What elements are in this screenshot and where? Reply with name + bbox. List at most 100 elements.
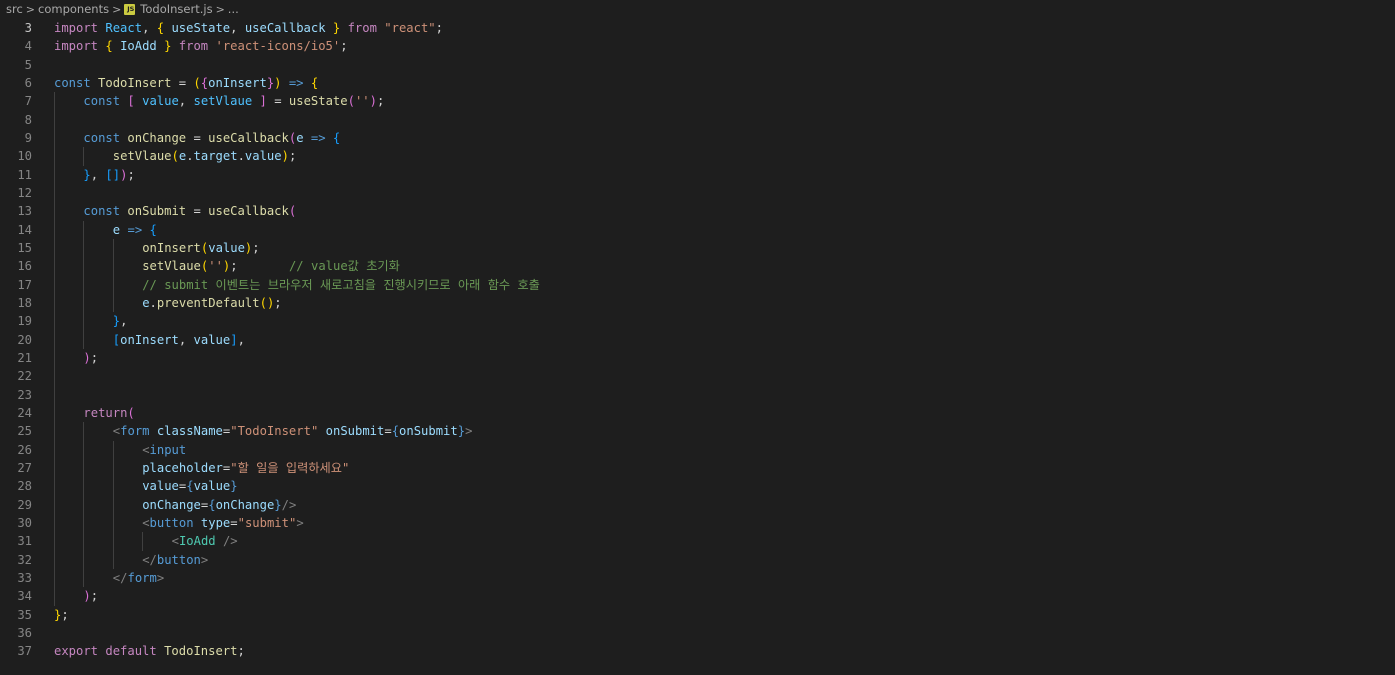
code-line[interactable]: 29 onChange={onChange}/> [0,495,1395,514]
code-line[interactable]: 12 [0,183,1395,203]
indent-guide [112,458,114,478]
code-token: useCallback [208,130,289,145]
code-line[interactable]: 31 <IoAdd /> [0,532,1395,551]
code-line[interactable]: 35}; [0,606,1395,624]
code-token: { [310,75,319,90]
line-number: 30 [17,515,32,530]
indent-guide [83,330,85,349]
code-token: ; [61,607,69,622]
code-line[interactable]: 13 const onSubmit = useCallback( [0,202,1395,221]
code-token: ( [288,204,297,219]
breadcrumb-item-src[interactable]: src [6,2,23,16]
line-number: 34 [17,589,32,604]
code-token: > [465,424,473,439]
code-token: = [266,94,289,109]
line-number: 29 [17,497,32,512]
code-token: </ [142,552,157,567]
indent-guide [54,257,55,276]
indent-guide [112,257,114,276]
code-token: e [142,295,150,310]
indent-guide [142,532,144,551]
indent-guide [83,458,85,478]
line-number: 4 [24,39,32,54]
code-text: }; [54,606,69,624]
indent-guide [54,330,55,349]
indent-guide [112,532,114,551]
indent-guide [54,513,55,533]
breadcrumb-item-file[interactable]: TodoInsert.js [140,2,212,16]
indent-guide [112,238,114,258]
indent-guide [54,165,55,184]
code-token: ) [369,94,377,109]
code-line[interactable]: 16 setVlaue(''); // value값 초기화 [0,257,1395,276]
code-line[interactable]: 36 [0,624,1395,642]
code-text: [onInsert, value], [113,331,245,349]
indent-guide [112,440,114,459]
code-line[interactable]: 9 const onChange = useCallback(e => { [0,128,1395,148]
code-token: useState [171,21,231,35]
code-line[interactable]: 17 // submit 이벤트는 브라우저 새로고침을 진행시키므로 아래 함수… [0,275,1395,294]
code-text: import { IoAdd } from 'react-icons/io5'; [54,37,348,55]
indent-guide [83,312,85,331]
code-editor[interactable]: src > components > JS TodoInsert.js > ..… [0,0,1395,675]
code-token: placeholder [142,460,223,475]
code-token: preventDefault [156,295,260,310]
code-token: setVlaue [193,94,253,109]
code-line[interactable]: 37 export default TodoInsert; [0,642,1395,660]
code-line[interactable]: 3 import React, { useState, useCallback }… [0,19,1395,37]
code-token: // submit 이벤트는 브라우저 새로고침을 진행시키므로 아래 함수 호… [142,277,540,292]
code-text: ); [83,349,98,367]
code-text: const onChange = useCallback(e => { [83,129,340,147]
code-line[interactable]: 6 const TodoInsert = ({onInsert}) => { [0,74,1395,92]
indent-guide [83,238,85,258]
code-line[interactable]: 7 const [ value, setVlaue ] = useState(''… [0,92,1395,111]
code-area[interactable]: 3 import React, { useState, useCallback }… [0,19,1395,660]
breadcrumb-item-components[interactable]: components [38,2,109,16]
code-line[interactable]: 22 [0,367,1395,386]
code-token: < [142,515,150,530]
code-line[interactable]: 34); [0,587,1395,606]
code-token: , [178,332,194,347]
code-line[interactable]: 24 return( [0,403,1395,423]
breadcrumb-item-symbols[interactable]: ... [228,2,239,16]
code-text: onChange={onChange}/> [142,496,296,514]
code-line[interactable]: 8 [0,110,1395,129]
code-token: = [171,75,194,90]
code-token: ; [274,295,282,310]
code-token: { [200,75,209,90]
code-line[interactable]: 21); [0,348,1395,368]
indent-guide [83,550,85,569]
code-line[interactable]: 32 </button> [0,550,1395,569]
code-line[interactable]: 20 [onInsert, value], [0,330,1395,349]
code-line[interactable]: 4 import { IoAdd } from 'react-icons/io5'… [0,37,1395,55]
code-line[interactable]: 11}, []); [0,165,1395,184]
code-text: e.preventDefault(); [142,294,281,312]
code-line[interactable]: 19}, [0,312,1395,331]
indent-guide [54,532,55,551]
indent-guide [54,367,55,386]
code-line[interactable]: 14 e => { [0,220,1395,239]
code-token: form [127,570,157,585]
code-line[interactable]: 18 e.preventDefault(); [0,293,1395,313]
code-token: ( [171,149,179,164]
code-line[interactable]: 25 <form className="TodoInsert" onSubmit=… [0,422,1395,441]
code-line[interactable]: 23 [0,385,1395,404]
indent-guide [54,348,55,368]
code-token: value [244,149,282,164]
code-token: , [142,21,157,35]
code-line[interactable]: 15 onInsert(value); [0,238,1395,258]
code-line[interactable]: 28 value={value} [0,477,1395,496]
code-line[interactable]: 33 </form> [0,568,1395,588]
code-line[interactable]: 26 <input [0,440,1395,459]
code-token: // value값 초기화 [288,259,400,274]
indent-guide [54,312,55,331]
indent-guide [112,477,114,496]
code-line[interactable]: 5 [0,56,1395,74]
code-line[interactable]: 10 setVlaue(e.target.value); [0,147,1395,166]
code-line[interactable]: 27 placeholder="할 일을 입력하세요" [0,458,1395,478]
line-number: 36 [17,625,32,640]
code-line[interactable]: 30 <button type="submit"> [0,513,1395,533]
